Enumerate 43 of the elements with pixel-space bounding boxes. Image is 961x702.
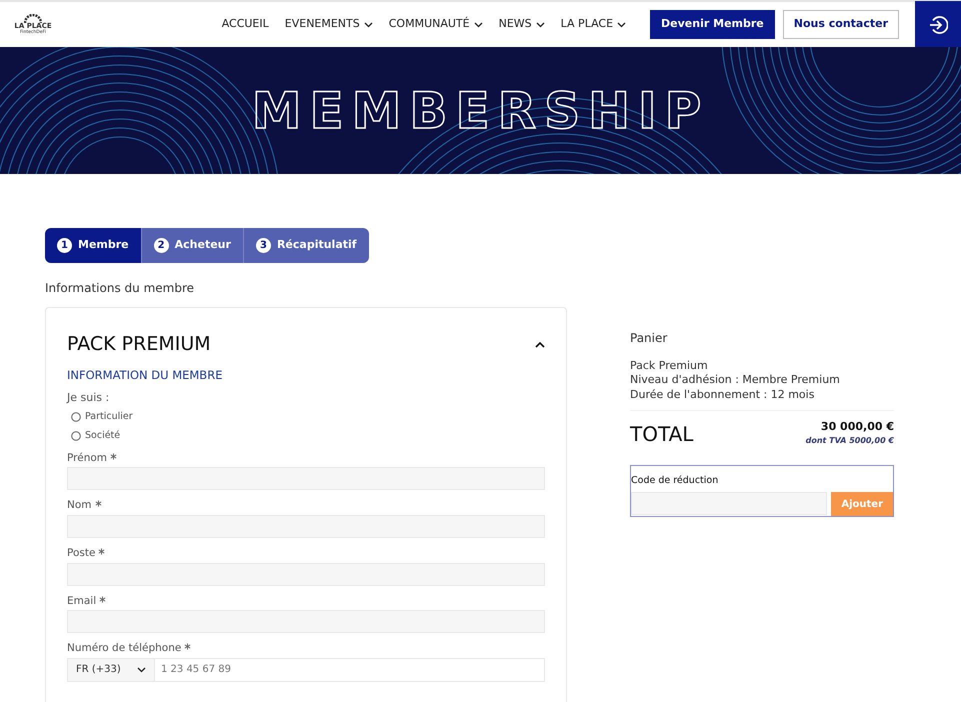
- total-amount: 30 000,00 €: [820, 418, 894, 435]
- discount-code-field[interactable]: [631, 492, 828, 516]
- field-label: Nom: [67, 499, 92, 512]
- total-label: TOTAL: [630, 420, 694, 448]
- field-label: Prénom: [67, 452, 108, 464]
- radio-group-label: Je suis :: [67, 390, 110, 406]
- radio-button[interactable]: [71, 430, 81, 441]
- cart-line: Pack Premium: [630, 359, 709, 374]
- field-label: Poste: [67, 546, 96, 559]
- chevron-up-icon[interactable]: [535, 340, 545, 348]
- step-tab[interactable]: 3 Récapitulatif: [242, 228, 369, 263]
- country-select[interactable]: FR (+33): [67, 658, 155, 682]
- arch-logo-icon: [24, 14, 42, 23]
- cart-line: Niveau d'adhésion : Membre Premium: [630, 373, 841, 388]
- chevron-down-icon: [137, 666, 146, 673]
- sign-in-icon: [928, 14, 948, 34]
- step-number: 2: [154, 238, 169, 253]
- radio-label: Société: [85, 428, 120, 442]
- field-label: Numéro de téléphone: [67, 642, 182, 654]
- discount-label: Code de réduction: [631, 474, 720, 488]
- radio-label: Particulier: [85, 410, 133, 424]
- login-button[interactable]: [915, 1, 961, 48]
- pack-title: PACK PREMIUM: [67, 332, 211, 357]
- cart-title: Panier: [630, 330, 668, 347]
- step-number: 1: [57, 238, 72, 253]
- join-button[interactable]: Devenir Membre: [650, 10, 775, 39]
- phone-field[interactable]: 1 23 45 67 89: [155, 658, 545, 682]
- section-title: Informations du membre: [45, 280, 195, 297]
- nav-link[interactable]: NEWS: [498, 16, 545, 33]
- step-tab[interactable]: 2 Acheteur: [140, 228, 243, 263]
- field-label: Email: [67, 594, 96, 607]
- contact-button[interactable]: Nous contacter: [782, 10, 899, 39]
- section-subtitle: INFORMATION DU MEMBRE: [67, 366, 224, 384]
- vat-amount: dont TVA 5000,00 €: [806, 435, 894, 448]
- cart-line: Durée de l'abonnement : 12 mois: [630, 388, 816, 402]
- step-number: 3: [256, 238, 271, 253]
- nav-link[interactable]: COMMUNAUTÉ: [388, 16, 483, 33]
- nav-link[interactable]: EVENEMENTS: [284, 16, 373, 33]
- radio-button[interactable]: [71, 412, 81, 422]
- nav-link[interactable]: LA PLACE: [560, 16, 626, 33]
- nav-link[interactable]: ACCUEIL: [222, 16, 269, 33]
- step-tab[interactable]: 1 Membre: [45, 228, 141, 263]
- banner-title: MEMBERSHIP: [252, 86, 710, 136]
